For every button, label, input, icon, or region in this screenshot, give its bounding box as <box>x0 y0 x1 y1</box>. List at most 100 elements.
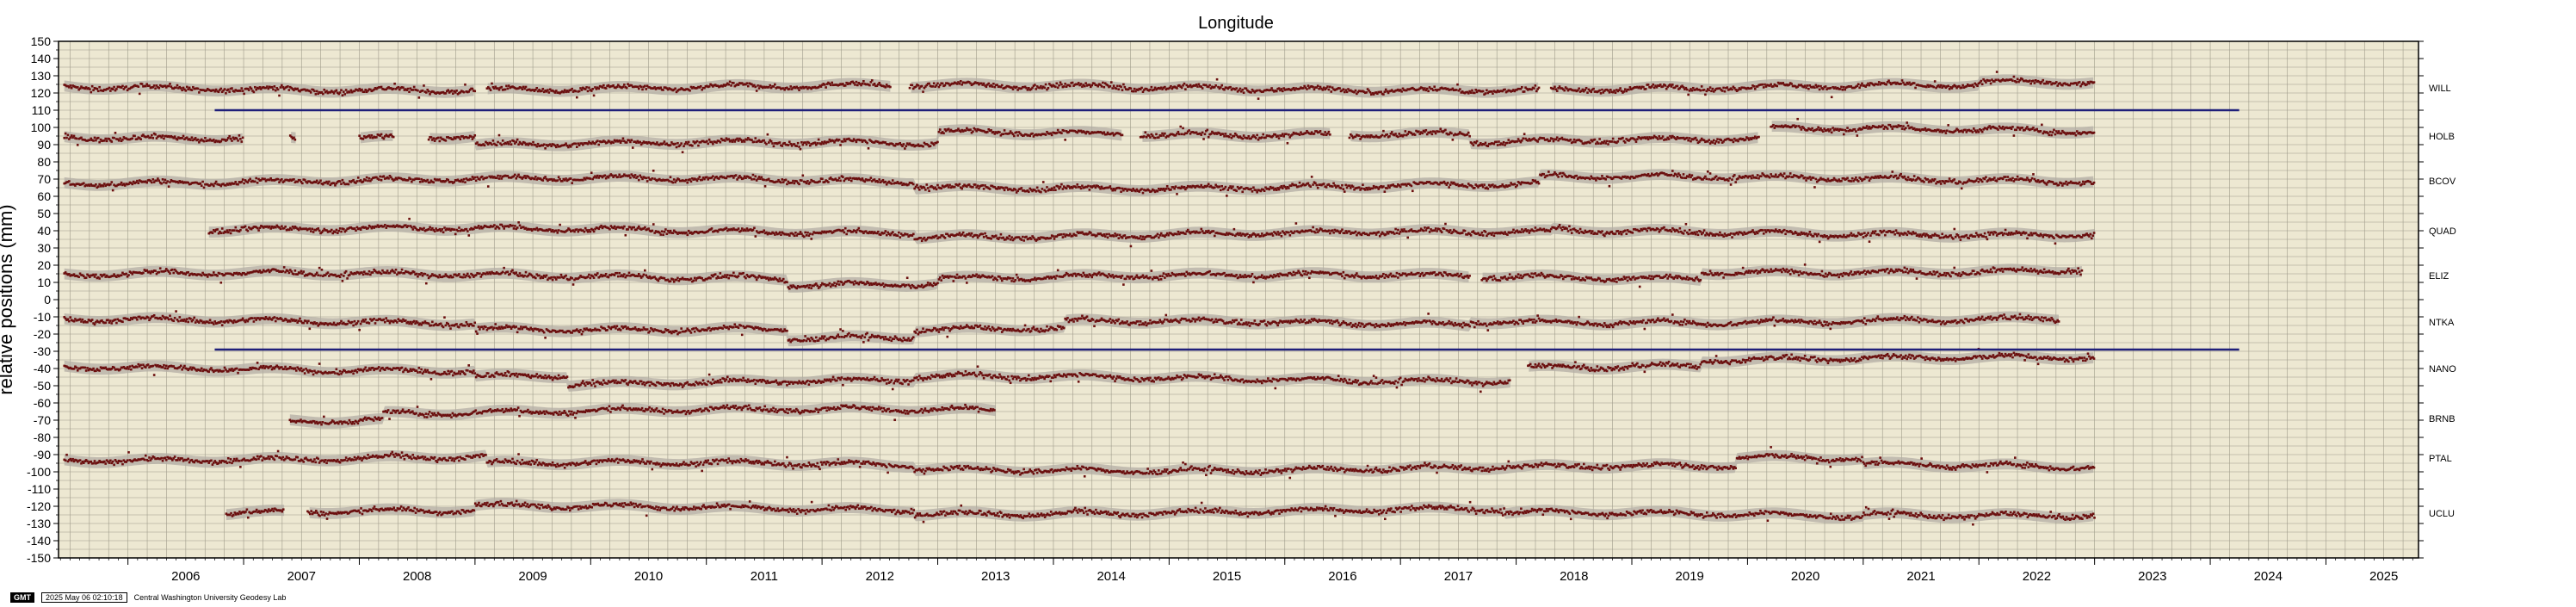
data-point <box>1903 175 1906 178</box>
data-point <box>1846 127 1849 129</box>
data-point <box>497 133 501 137</box>
data-point <box>1537 86 1541 90</box>
data-point <box>1702 89 1706 91</box>
data-point <box>247 89 250 91</box>
data-point <box>1956 182 1960 185</box>
data-point <box>1634 140 1638 143</box>
data-point <box>751 178 753 181</box>
data-point <box>1886 127 1889 130</box>
data-point <box>1977 131 1980 133</box>
data-point <box>798 89 800 91</box>
data-point <box>1143 135 1146 138</box>
data-point <box>891 179 894 182</box>
data-point <box>1856 134 1859 137</box>
data-point <box>119 137 121 140</box>
data-point <box>1861 82 1863 85</box>
data-point <box>361 88 363 91</box>
data-point <box>1468 134 1471 138</box>
data-point <box>1332 182 1335 185</box>
data-point <box>1446 182 1449 184</box>
data-point <box>1431 89 1435 92</box>
data-point <box>1076 183 1079 186</box>
data-point <box>928 82 930 85</box>
data-point <box>1803 84 1807 87</box>
data-point <box>473 90 477 93</box>
data-point <box>113 85 115 89</box>
data-point <box>1906 124 1910 127</box>
data-point <box>1628 86 1632 89</box>
data-point <box>1350 134 1354 138</box>
data-point <box>1508 184 1511 187</box>
data-point <box>991 85 994 88</box>
data-point <box>1096 84 1100 88</box>
data-point <box>695 139 699 143</box>
data-point <box>2078 81 2081 84</box>
data-point <box>1855 130 1857 133</box>
data-point <box>1301 87 1305 90</box>
data-point <box>1472 144 1475 146</box>
data-point <box>144 84 147 88</box>
data-point <box>1682 173 1685 176</box>
data-point <box>2075 84 2079 86</box>
data-point <box>1276 134 1279 138</box>
data-point <box>1035 88 1038 90</box>
data-point <box>287 85 289 88</box>
data-point <box>972 130 974 133</box>
data-point <box>423 84 425 87</box>
data-point <box>1044 83 1047 86</box>
data-point <box>1306 88 1308 90</box>
data-point <box>1773 175 1776 178</box>
data-point <box>1246 137 1249 139</box>
data-point <box>1275 189 1278 191</box>
data-point <box>1480 183 1484 187</box>
data-point <box>1868 179 1871 183</box>
data-point <box>256 181 259 184</box>
data-point <box>1997 128 1999 131</box>
data-point <box>105 139 108 143</box>
data-point <box>757 84 759 87</box>
data-point <box>382 137 386 140</box>
data-point <box>837 177 841 179</box>
data-point <box>332 182 336 185</box>
data-point <box>228 90 231 93</box>
data-point <box>166 180 169 183</box>
data-point <box>1183 185 1186 189</box>
data-point <box>837 179 840 182</box>
data-point <box>1184 88 1187 90</box>
data-point <box>1961 131 1964 133</box>
data-point <box>1900 172 1902 176</box>
data-point <box>869 177 873 179</box>
data-point <box>1799 126 1801 129</box>
data-point <box>781 145 784 147</box>
data-point <box>734 174 738 177</box>
data-point <box>1708 86 1712 89</box>
data-point <box>1430 130 1432 133</box>
data-point <box>1005 186 1009 189</box>
data-point <box>323 88 326 91</box>
data-point <box>1354 89 1357 92</box>
data-point <box>1000 84 1004 87</box>
data-point <box>719 140 722 144</box>
data-point <box>1215 77 1219 81</box>
data-point <box>1371 187 1374 190</box>
data-point <box>636 175 639 178</box>
data-point <box>185 136 188 139</box>
data-point <box>241 90 244 92</box>
data-point <box>104 137 108 140</box>
data-point <box>1661 135 1665 138</box>
data-point <box>1060 132 1063 134</box>
data-point <box>68 180 71 183</box>
data-point <box>109 183 112 186</box>
data-point <box>163 181 165 184</box>
data-point <box>855 80 858 84</box>
data-point <box>368 177 371 180</box>
data-point <box>1607 176 1609 178</box>
data-point <box>1598 89 1601 92</box>
data-point <box>1973 127 1975 130</box>
data-point <box>83 182 85 185</box>
data-point <box>854 84 856 86</box>
data-point <box>2024 178 2028 182</box>
data-point <box>1241 88 1245 91</box>
data-point <box>1065 187 1068 190</box>
data-point <box>2044 82 2047 85</box>
